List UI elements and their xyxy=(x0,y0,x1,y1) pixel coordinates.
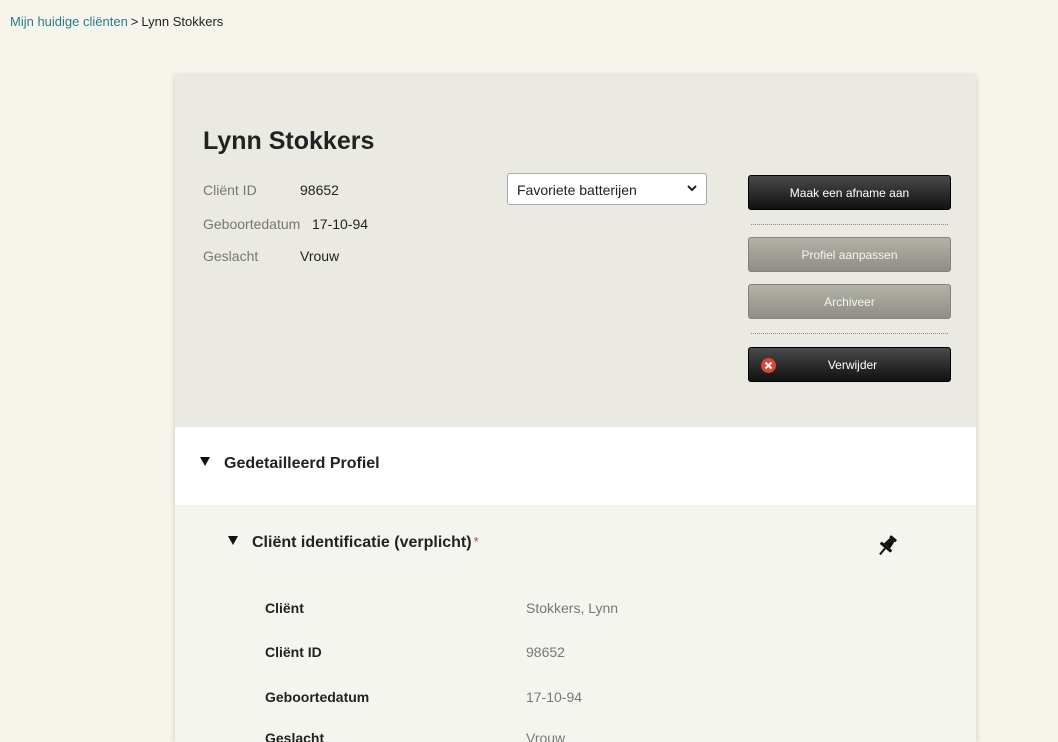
divider xyxy=(751,333,948,334)
info-row-gender: Geslacht Vrouw xyxy=(203,248,339,264)
field-value: 17-10-94 xyxy=(526,689,583,705)
edit-profile-button[interactable]: Profiel aanpassen xyxy=(748,237,951,272)
battery-select[interactable]: Favoriete batterijen xyxy=(507,173,707,205)
field-label: Geslacht xyxy=(265,730,325,742)
delete-button[interactable]: Verwijder xyxy=(748,347,951,382)
field-label: Cliënt ID xyxy=(265,644,322,660)
divider xyxy=(751,224,948,225)
create-assessment-button[interactable]: Maak een afname aan xyxy=(748,175,951,210)
info-value: 17-10-94 xyxy=(312,216,369,232)
field-row-gender: Geslacht Vrouw xyxy=(265,730,945,742)
detailed-profile-toggle[interactable]: Gedetailleerd Profiel xyxy=(200,455,380,473)
chevron-down-icon xyxy=(687,185,697,192)
info-value: 98652 xyxy=(300,182,339,198)
breadcrumb-current: Lynn Stokkers xyxy=(141,14,224,29)
archive-button[interactable]: Archiveer xyxy=(748,284,951,319)
identification-title: Cliënt identificatie (verplicht) xyxy=(252,534,472,551)
field-value: Vrouw xyxy=(526,730,566,742)
field-row-client-id: Cliënt ID 98652 xyxy=(265,644,945,660)
field-value: 98652 xyxy=(526,644,565,660)
info-label: Geslacht xyxy=(203,248,259,264)
field-value: Stokkers, Lynn xyxy=(526,600,619,616)
info-label: Cliënt ID xyxy=(203,182,257,198)
breadcrumb-separator: > xyxy=(130,14,139,29)
identification-toggle[interactable]: Cliënt identificatie (verplicht) * xyxy=(228,534,479,552)
triangle-down-icon xyxy=(200,457,210,467)
field-row-birthdate: Geboortedatum 17-10-94 xyxy=(265,689,945,705)
breadcrumb-link-clients[interactable]: Mijn huidige cliënten xyxy=(10,14,128,29)
field-label: Cliënt xyxy=(265,600,304,616)
info-value: Vrouw xyxy=(300,248,340,264)
pin-icon[interactable] xyxy=(876,534,898,558)
info-label: Geboortedatum xyxy=(203,216,301,232)
breadcrumb: Mijn huidige cliënten > Lynn Stokkers xyxy=(10,14,223,29)
required-marker: * xyxy=(473,534,479,549)
detailed-profile-title: Gedetailleerd Profiel xyxy=(224,455,380,472)
client-card: Lynn Stokkers Cliënt ID 98652 Geboorteda… xyxy=(175,75,976,742)
client-header: Lynn Stokkers Cliënt ID 98652 Geboorteda… xyxy=(175,75,976,427)
info-row-birthdate: Geboortedatum 17-10-94 xyxy=(203,216,368,232)
triangle-down-icon xyxy=(228,536,238,546)
battery-select-value: Favoriete batterijen xyxy=(517,182,637,198)
delete-button-label: Verwijder xyxy=(827,358,878,372)
field-label: Geboortedatum xyxy=(265,689,370,705)
field-row-client: Cliënt Stokkers, Lynn xyxy=(265,600,945,616)
client-name: Lynn Stokkers xyxy=(203,127,375,155)
info-row-client-id: Cliënt ID 98652 xyxy=(203,182,339,198)
close-circle-icon xyxy=(761,358,776,373)
